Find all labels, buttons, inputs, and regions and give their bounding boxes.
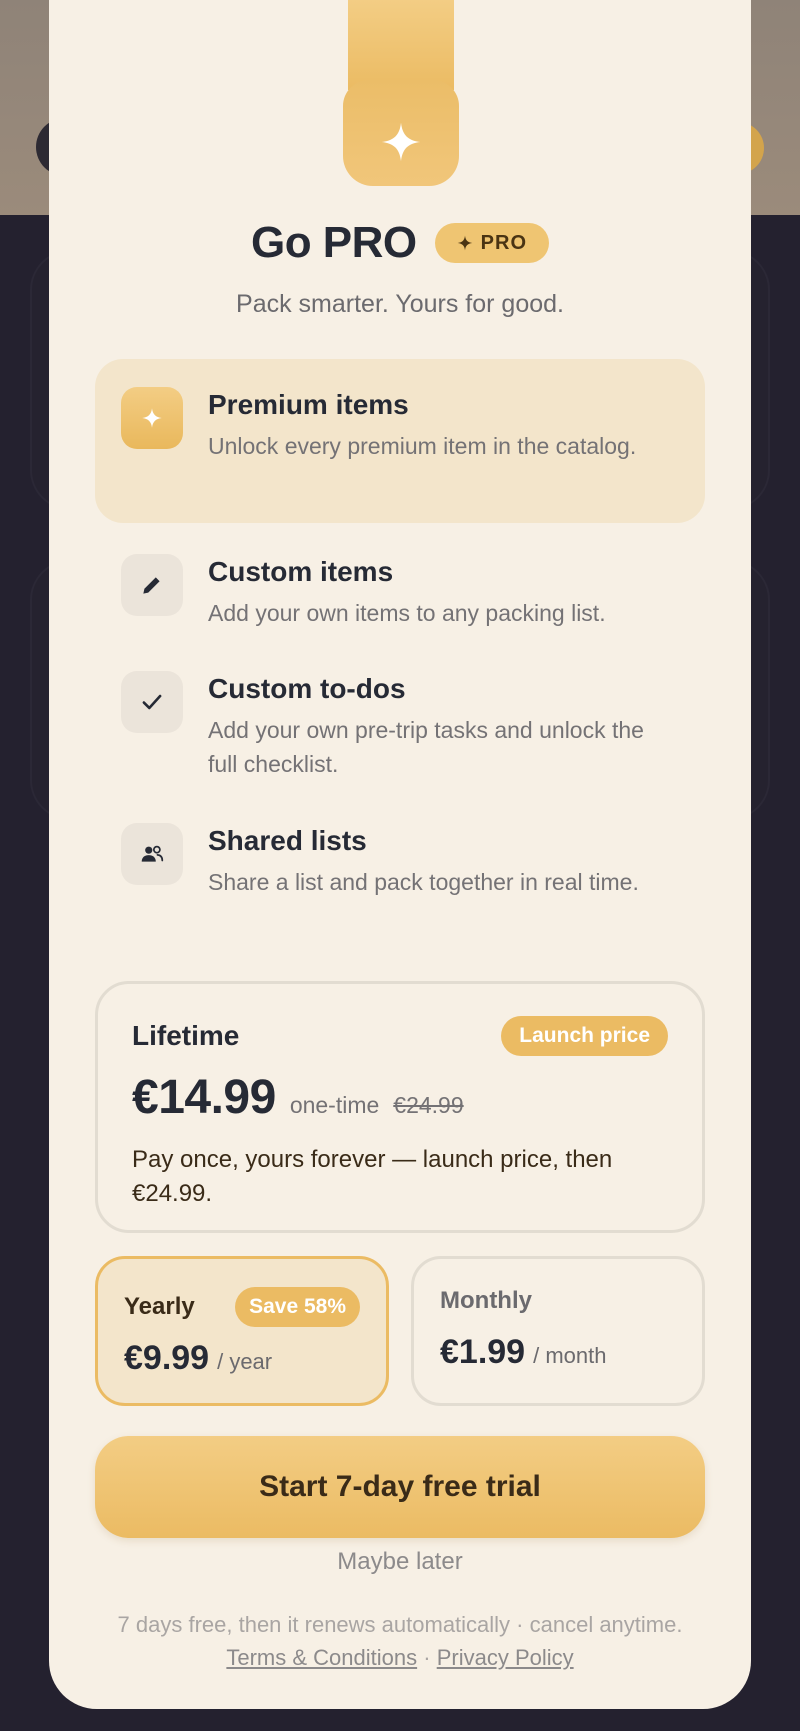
page-title: Go PRO xyxy=(250,218,417,267)
plan-name: Monthly xyxy=(440,1287,532,1314)
feature-title: Custom items xyxy=(208,556,394,587)
plan-old-price: €24.99 xyxy=(393,1092,464,1118)
feature-premium-items: Premium items Unlock every premium item … xyxy=(95,359,705,523)
launch-price-badge: Launch price xyxy=(501,1016,668,1056)
sparkle-icon xyxy=(457,235,473,251)
paywall-sheet: Go PRO PRO Pack smarter. Yours for good.… xyxy=(49,0,751,1709)
legal-separator: · xyxy=(423,1645,431,1670)
plan-price-suffix: / month xyxy=(533,1343,607,1368)
feature-desc: Unlock every premium item in the catalog… xyxy=(208,433,637,459)
save-badge: Save 58% xyxy=(235,1287,360,1327)
hero-bar xyxy=(348,0,454,90)
start-trial-button[interactable]: Start 7-day free trial xyxy=(95,1436,705,1538)
title-row: Go PRO PRO xyxy=(49,218,751,268)
feature-custom-items: Custom items Add your own items to any p… xyxy=(95,554,705,630)
pro-badge-label: PRO xyxy=(480,231,528,254)
users-icon xyxy=(121,823,183,885)
feature-desc: Share a list and pack together in real t… xyxy=(208,869,639,895)
legal-text: 7 days free, then it renews automaticall… xyxy=(109,1608,691,1674)
feature-title: Premium items xyxy=(208,389,409,420)
pencil-icon xyxy=(121,554,183,616)
feature-title: Custom to-dos xyxy=(208,673,406,704)
sparkle-icon xyxy=(121,387,183,449)
feature-desc: Add your own pre-trip tasks and unlock t… xyxy=(208,717,644,777)
plan-price: €9.99 xyxy=(124,1339,210,1377)
hero-sparkle-icon xyxy=(343,80,459,186)
pro-badge: PRO xyxy=(434,223,550,263)
plan-yearly[interactable]: Yearly Save 58% €9.99 / year xyxy=(95,1256,389,1406)
feature-custom-todos: Custom to-dos Add your own pre-trip task… xyxy=(95,671,705,781)
check-icon xyxy=(121,671,183,733)
subtitle: Pack smarter. Yours for good. xyxy=(236,290,564,318)
plan-desc: Pay once, yours forever — launch price, … xyxy=(132,1146,613,1207)
plan-price: €14.99 xyxy=(132,1071,276,1124)
legal-notice: 7 days free, then it renews automaticall… xyxy=(117,1612,683,1637)
feature-desc: Add your own items to any packing list. xyxy=(208,600,606,626)
plan-lifetime[interactable]: Lifetime Launch price €14.99 one-time €2… xyxy=(95,981,705,1233)
plan-name: Lifetime xyxy=(132,1020,240,1051)
privacy-link[interactable]: Privacy Policy xyxy=(437,1645,574,1670)
feature-title: Shared lists xyxy=(208,825,367,856)
plan-price: €1.99 xyxy=(440,1333,526,1371)
sparkle-icon xyxy=(381,122,421,162)
feature-shared-lists: Shared lists Share a list and pack toget… xyxy=(95,823,705,899)
plan-name: Yearly xyxy=(124,1293,195,1320)
plan-monthly[interactable]: Monthly €1.99 / month xyxy=(411,1256,705,1406)
terms-link[interactable]: Terms & Conditions xyxy=(226,1645,417,1670)
plan-price-suffix: / year xyxy=(217,1349,273,1374)
plan-price-suffix: one-time xyxy=(289,1092,380,1118)
maybe-later-link[interactable]: Maybe later xyxy=(49,1548,751,1576)
